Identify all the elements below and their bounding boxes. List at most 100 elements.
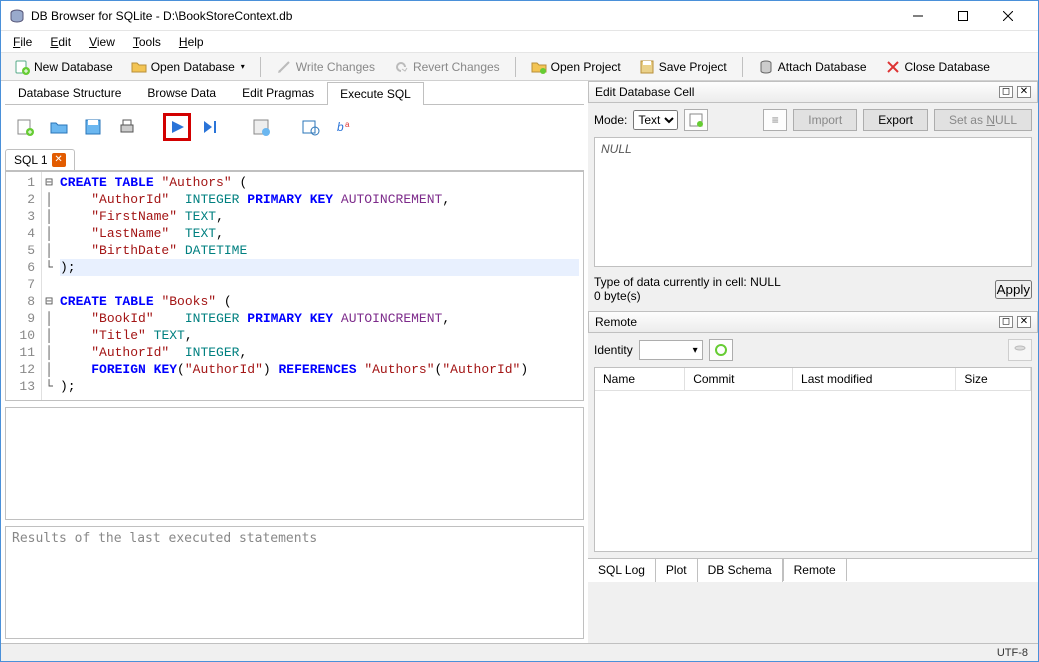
code-area[interactable]: CREATE TABLE "Authors" ( "AuthorId" INTE… bbox=[56, 172, 583, 400]
edit-cell-external-button[interactable] bbox=[684, 109, 708, 131]
titlebar: DB Browser for SQLite - D:\BookStoreCont… bbox=[1, 1, 1038, 31]
right-pane: Edit Database Cell ◻ ✕ Mode: Text ≡ Impo… bbox=[588, 81, 1038, 643]
svg-text:b: b bbox=[337, 120, 344, 134]
revert-changes-label: Revert Changes bbox=[413, 60, 500, 74]
new-sql-tab-button[interactable] bbox=[11, 113, 39, 141]
toolbar-separator bbox=[742, 57, 743, 77]
indent-button[interactable]: ≡ bbox=[763, 109, 787, 131]
col-name[interactable]: Name bbox=[595, 368, 685, 391]
fold-gutter[interactable]: ⊟││││└ ⊟││││└ bbox=[42, 172, 56, 400]
open-db-icon bbox=[131, 59, 147, 75]
minimize-button[interactable] bbox=[895, 2, 940, 30]
menubar: File Edit View Tools Help bbox=[1, 31, 1038, 53]
attach-db-icon bbox=[758, 59, 774, 75]
mode-select[interactable]: Text bbox=[633, 110, 678, 130]
find-replace-button[interactable]: ba bbox=[331, 113, 359, 141]
new-db-label: New Database bbox=[34, 60, 113, 74]
open-project-label: Open Project bbox=[551, 60, 621, 74]
tab-database-structure[interactable]: Database Structure bbox=[5, 81, 134, 104]
close-button[interactable] bbox=[985, 2, 1030, 30]
tab-db-schema[interactable]: DB Schema bbox=[698, 559, 783, 582]
execute-line-button[interactable] bbox=[197, 113, 225, 141]
col-size[interactable]: Size bbox=[956, 368, 1031, 391]
identity-select[interactable]: ▾ bbox=[639, 340, 703, 360]
line-gutter: 12345678910111213 bbox=[6, 172, 42, 400]
mode-label: Mode: bbox=[594, 113, 627, 127]
open-database-button[interactable]: Open Database ▾ bbox=[124, 55, 252, 79]
undock-remote-button[interactable]: ◻ bbox=[999, 316, 1013, 328]
set-null-button[interactable]: Set as NULL bbox=[934, 109, 1032, 131]
attach-database-button[interactable]: Attach Database bbox=[751, 55, 874, 79]
remote-refresh-button[interactable] bbox=[709, 339, 733, 361]
apply-button[interactable]: Apply bbox=[995, 280, 1032, 299]
write-changes-button[interactable]: Write Changes bbox=[269, 55, 382, 79]
remote-push-button[interactable] bbox=[1008, 339, 1032, 361]
write-changes-icon bbox=[276, 59, 292, 75]
close-sql-tab-button[interactable]: ✕ bbox=[52, 153, 66, 167]
menu-edit[interactable]: Edit bbox=[42, 33, 79, 51]
edit-cell-header: Edit Database Cell ◻ ✕ bbox=[588, 81, 1038, 103]
close-db-icon bbox=[885, 59, 901, 75]
tab-edit-pragmas[interactable]: Edit Pragmas bbox=[229, 81, 327, 104]
sql-tab-label: SQL 1 bbox=[14, 153, 48, 167]
main-tabbar: Database Structure Browse Data Edit Prag… bbox=[5, 81, 584, 105]
print-button[interactable] bbox=[113, 113, 141, 141]
left-pane: Database Structure Browse Data Edit Prag… bbox=[1, 81, 588, 643]
tab-browse-data[interactable]: Browse Data bbox=[134, 81, 229, 104]
tab-sql-log[interactable]: SQL Log bbox=[588, 559, 656, 582]
sql-tab-1[interactable]: SQL 1 ✕ bbox=[5, 149, 75, 170]
save-project-label: Save Project bbox=[659, 60, 727, 74]
edit-cell-body: Mode: Text ≡ Import Export Set as NULL N… bbox=[588, 103, 1038, 311]
save-project-icon bbox=[639, 59, 655, 75]
main-toolbar: New Database Open Database ▾ Write Chang… bbox=[1, 53, 1038, 81]
remote-table[interactable]: Name Commit Last modified Size bbox=[594, 367, 1032, 552]
execute-all-button[interactable] bbox=[163, 113, 191, 141]
close-edit-cell-button[interactable]: ✕ bbox=[1017, 86, 1031, 98]
app-icon bbox=[9, 8, 25, 24]
window-title: DB Browser for SQLite - D:\BookStoreCont… bbox=[31, 9, 895, 23]
sql-toolbar: ba bbox=[5, 105, 584, 149]
open-project-icon bbox=[531, 59, 547, 75]
tab-plot[interactable]: Plot bbox=[656, 559, 698, 582]
revert-changes-button[interactable]: Revert Changes bbox=[386, 55, 507, 79]
encoding-indicator: UTF-8 bbox=[997, 647, 1028, 659]
tab-execute-sql[interactable]: Execute SQL bbox=[327, 82, 424, 105]
sql-file-tabbar: SQL 1 ✕ bbox=[5, 149, 584, 171]
revert-changes-icon bbox=[393, 59, 409, 75]
save-project-button[interactable]: Save Project bbox=[632, 55, 734, 79]
new-db-icon bbox=[14, 59, 30, 75]
save-sql-button[interactable] bbox=[79, 113, 107, 141]
close-remote-button[interactable]: ✕ bbox=[1017, 316, 1031, 328]
menu-help[interactable]: Help bbox=[171, 33, 212, 51]
statusbar: UTF-8 bbox=[1, 643, 1038, 661]
edit-cell-toolbar: Mode: Text ≡ Import Export Set as NULL bbox=[594, 109, 1032, 131]
find-button[interactable] bbox=[297, 113, 325, 141]
remote-toolbar: Identity ▾ bbox=[588, 333, 1038, 367]
identity-label: Identity bbox=[594, 343, 633, 357]
results-pane: Results of the last executed statements bbox=[5, 526, 584, 639]
open-project-button[interactable]: Open Project bbox=[524, 55, 628, 79]
import-button[interactable]: Import bbox=[793, 109, 857, 131]
tab-remote[interactable]: Remote bbox=[783, 558, 847, 581]
save-results-button[interactable] bbox=[247, 113, 275, 141]
close-database-button[interactable]: Close Database bbox=[878, 55, 997, 79]
export-button[interactable]: Export bbox=[863, 109, 928, 131]
menu-file[interactable]: File bbox=[5, 33, 40, 51]
svg-text:a: a bbox=[345, 120, 350, 129]
menu-tools[interactable]: Tools bbox=[125, 33, 169, 51]
sql-editor[interactable]: 12345678910111213 ⊟││││└ ⊟││││└ CREATE T… bbox=[5, 171, 584, 401]
col-last-modified[interactable]: Last modified bbox=[793, 368, 956, 391]
toolbar-separator bbox=[515, 57, 516, 77]
open-sql-file-button[interactable] bbox=[45, 113, 73, 141]
edit-cell-title: Edit Database Cell bbox=[595, 85, 694, 99]
undock-edit-cell-button[interactable]: ◻ bbox=[999, 86, 1013, 98]
new-database-button[interactable]: New Database bbox=[7, 55, 120, 79]
maximize-button[interactable] bbox=[940, 2, 985, 30]
cell-text-area[interactable]: NULL bbox=[594, 137, 1032, 267]
toolbar-separator bbox=[260, 57, 261, 77]
menu-view[interactable]: View bbox=[81, 33, 123, 51]
open-db-dropdown-icon[interactable]: ▾ bbox=[241, 62, 245, 71]
remote-title: Remote bbox=[595, 315, 637, 329]
bottom-tabbar: SQL Log Plot DB Schema Remote bbox=[588, 558, 1038, 582]
col-commit[interactable]: Commit bbox=[685, 368, 793, 391]
